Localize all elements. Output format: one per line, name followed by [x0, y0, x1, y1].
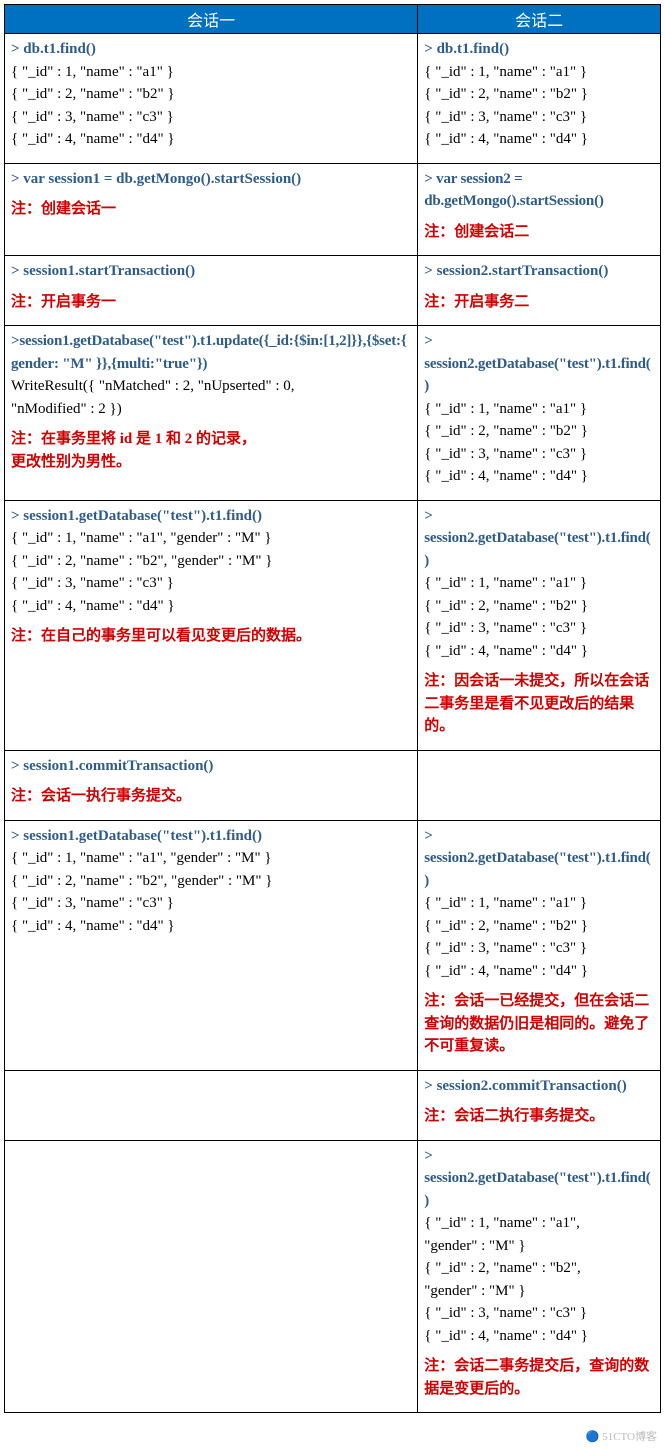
- note-line: 注：会话一已经提交，但在会话二查询的数据仍旧是相同的。避免了不可重复读。: [424, 990, 654, 1058]
- output-line: { "_id" : 3, "name" : "c3" }: [424, 937, 654, 960]
- table-row: > var session1 = db.getMongo().startSess…: [5, 163, 661, 256]
- command-line: session2.getDatabase("test").t1.find(): [424, 1167, 654, 1212]
- output-line: { "_id" : 2, "name" : "b2",: [424, 1257, 654, 1280]
- cell-session-2: >session2.getDatabase("test").t1.find(){…: [418, 500, 661, 750]
- cell-session-2: [418, 750, 661, 820]
- output-line: { "_id" : 3, "name" : "c3" }: [11, 892, 411, 915]
- command-line: > db.t1.find(): [424, 38, 654, 61]
- note-line: 注：因会话一未提交，所以在会话二事务里是看不见更改后的结果的。: [424, 670, 654, 738]
- output-line: { "_id" : 1, "name" : "a1" }: [424, 572, 654, 595]
- command-line: > session2.startTransaction(): [424, 260, 654, 283]
- cell-session-2: >session2.getDatabase("test").t1.find(){…: [418, 326, 661, 501]
- command-line: > session2.commitTransaction(): [424, 1075, 654, 1098]
- table-row: > db.t1.find(){ "_id" : 1, "name" : "a1"…: [5, 34, 661, 164]
- note-line: 更改性别为男性。: [11, 451, 411, 474]
- output-line: "gender" : "M" }: [424, 1280, 654, 1303]
- command-line: session2.getDatabase("test").t1.find(): [424, 847, 654, 892]
- cell-session-1: >session1.getDatabase("test").t1.update(…: [5, 326, 418, 501]
- command-line: db.getMongo().startSession(): [424, 190, 654, 213]
- output-line: { "_id" : 1, "name" : "a1" }: [424, 398, 654, 421]
- output-line: { "_id" : 2, "name" : "b2" }: [424, 595, 654, 618]
- header-session-1: 会话一: [5, 5, 418, 34]
- output-line: { "_id" : 4, "name" : "d4" }: [424, 960, 654, 983]
- command-line: > session1.startTransaction(): [11, 260, 411, 283]
- table-row: > session1.getDatabase("test").t1.find()…: [5, 820, 661, 1070]
- note-line: 注：开启事务二: [424, 291, 654, 314]
- header-session-2: 会话二: [418, 5, 661, 34]
- cell-session-1: > session1.getDatabase("test").t1.find()…: [5, 500, 418, 750]
- watermark: 🔵 51CTO博客: [586, 1428, 657, 1444]
- output-line: { "_id" : 1, "name" : "a1" }: [424, 892, 654, 915]
- output-line: { "_id" : 1, "name" : "a1", "gender" : "…: [11, 847, 411, 870]
- command-line: > db.t1.find(): [11, 38, 411, 61]
- note-line: 注：在事务里将 id 是 1 和 2 的记录，: [11, 428, 411, 451]
- output-line: { "_id" : 3, "name" : "c3" }: [424, 443, 654, 466]
- output-line: "gender" : "M" }: [424, 1235, 654, 1258]
- output-line: { "_id" : 1, "name" : "a1",: [424, 1212, 654, 1235]
- note-line: 注：创建会话二: [424, 221, 654, 244]
- cell-session-1: > var session1 = db.getMongo().startSess…: [5, 163, 418, 256]
- output-line: { "_id" : 4, "name" : "d4" }: [424, 128, 654, 151]
- command-line: > var session1 = db.getMongo().startSess…: [11, 168, 411, 191]
- cell-session-2: > db.t1.find(){ "_id" : 1, "name" : "a1"…: [418, 34, 661, 164]
- note-line: 注：开启事务一: [11, 291, 411, 314]
- cell-session-1: > db.t1.find(){ "_id" : 1, "name" : "a1"…: [5, 34, 418, 164]
- cell-session-1: > session1.startTransaction() 注：开启事务一: [5, 256, 418, 326]
- table-row: > session2.commitTransaction() 注：会话二执行事务提…: [5, 1070, 661, 1140]
- cell-session-2: > session2.startTransaction() 注：开启事务二: [418, 256, 661, 326]
- table-row: > session1.startTransaction()注：开启事务一> se…: [5, 256, 661, 326]
- cell-session-2: >session2.getDatabase("test").t1.find(){…: [418, 820, 661, 1070]
- output-line: { "_id" : 1, "name" : "a1" }: [11, 61, 411, 84]
- output-line: { "_id" : 2, "name" : "b2" }: [424, 915, 654, 938]
- cell-session-1: > session1.getDatabase("test").t1.find()…: [5, 820, 418, 1070]
- output-line: { "_id" : 4, "name" : "d4" }: [11, 128, 411, 151]
- output-line: { "_id" : 4, "name" : "d4" }: [424, 1325, 654, 1348]
- note-line: 注：会话二执行事务提交。: [424, 1105, 654, 1128]
- note-line: 注：会话一执行事务提交。: [11, 785, 411, 808]
- output-line: { "_id" : 1, "name" : "a1" }: [424, 61, 654, 84]
- output-line: { "_id" : 1, "name" : "a1", "gender" : "…: [11, 527, 411, 550]
- output-line: { "_id" : 3, "name" : "c3" }: [424, 1302, 654, 1325]
- command-line: >: [424, 505, 654, 528]
- cell-session-1: [5, 1070, 418, 1140]
- output-line: { "_id" : 2, "name" : "b2" }: [11, 83, 411, 106]
- output-line: { "_id" : 3, "name" : "c3" }: [11, 572, 411, 595]
- output-line: { "_id" : 3, "name" : "c3" }: [424, 617, 654, 640]
- output-line: { "_id" : 2, "name" : "b2" }: [424, 420, 654, 443]
- output-line: { "_id" : 2, "name" : "b2", "gender" : "…: [11, 550, 411, 573]
- command-line: >: [424, 825, 654, 848]
- output-line: WriteResult({ "nMatched" : 2, "nUpserted…: [11, 375, 411, 398]
- output-line: { "_id" : 2, "name" : "b2", "gender" : "…: [11, 870, 411, 893]
- output-line: { "_id" : 2, "name" : "b2" }: [424, 83, 654, 106]
- command-line: session2.getDatabase("test").t1.find(): [424, 527, 654, 572]
- output-line: { "_id" : 4, "name" : "d4" }: [424, 465, 654, 488]
- cell-session-1: [5, 1140, 418, 1413]
- command-line: > session1.getDatabase("test").t1.find(): [11, 505, 411, 528]
- output-line: { "_id" : 4, "name" : "d4" }: [11, 915, 411, 938]
- session-comparison-table: 会话一 会话二 > db.t1.find(){ "_id" : 1, "name…: [4, 4, 661, 1413]
- command-line: > session1.getDatabase("test").t1.find(): [11, 825, 411, 848]
- command-line: >: [424, 1145, 654, 1168]
- table-row: >session1.getDatabase("test").t1.update(…: [5, 326, 661, 501]
- output-line: { "_id" : 4, "name" : "d4" }: [11, 595, 411, 618]
- cell-session-2: >session2.getDatabase("test").t1.find(){…: [418, 1140, 661, 1413]
- cell-session-1: > session1.commitTransaction() 注：会话一执行事务提…: [5, 750, 418, 820]
- command-line: > session1.commitTransaction(): [11, 755, 411, 778]
- note-line: 注：创建会话一: [11, 198, 411, 221]
- note-line: 注：会话二事务提交后，查询的数据是变更后的。: [424, 1355, 654, 1400]
- output-line: "nModified" : 2 }): [11, 398, 411, 421]
- command-line: > var session2 =: [424, 168, 654, 191]
- table-row: > session1.commitTransaction() 注：会话一执行事务提…: [5, 750, 661, 820]
- command-line: >session1.getDatabase("test").t1.update(…: [11, 330, 411, 375]
- command-line: session2.getDatabase("test").t1.find(): [424, 353, 654, 398]
- command-line: >: [424, 330, 654, 353]
- table-row: > session1.getDatabase("test").t1.find()…: [5, 500, 661, 750]
- output-line: { "_id" : 3, "name" : "c3" }: [11, 106, 411, 129]
- cell-session-2: > session2.commitTransaction() 注：会话二执行事务提…: [418, 1070, 661, 1140]
- cell-session-2: > var session2 =db.getMongo().startSessi…: [418, 163, 661, 256]
- table-row: >session2.getDatabase("test").t1.find(){…: [5, 1140, 661, 1413]
- output-line: { "_id" : 4, "name" : "d4" }: [424, 640, 654, 663]
- note-line: 注：在自己的事务里可以看见变更后的数据。: [11, 625, 411, 648]
- output-line: { "_id" : 3, "name" : "c3" }: [424, 106, 654, 129]
